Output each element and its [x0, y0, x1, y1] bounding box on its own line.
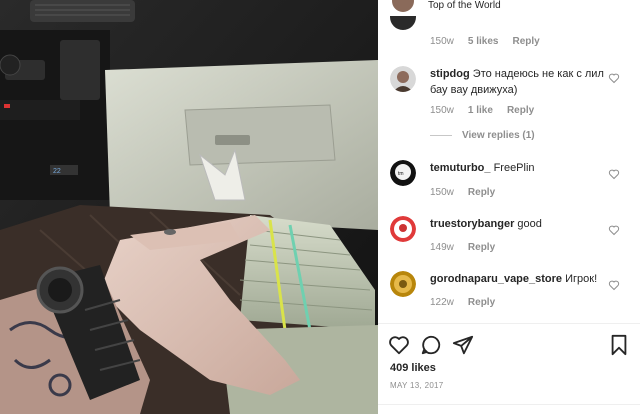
- view-replies-button[interactable]: View replies (1): [430, 130, 535, 141]
- bookmark-icon[interactable]: [608, 334, 630, 356]
- comment-username[interactable]: gorodnaparu_vape_store: [430, 273, 562, 285]
- svg-text:tm: tm: [398, 171, 404, 177]
- like-count[interactable]: 409 likes: [390, 362, 436, 374]
- comments-list[interactable]: Top of the World 150w 5 likes Reply stip…: [378, 0, 640, 323]
- comment-time: 149w: [430, 242, 454, 253]
- reply-button[interactable]: Reply: [513, 36, 540, 47]
- comment-meta: 149w Reply: [430, 242, 495, 253]
- avatar[interactable]: [390, 271, 416, 297]
- comment-time: 122w: [430, 297, 454, 308]
- like-comment-heart-icon[interactable]: [608, 224, 620, 236]
- comment-item: truestorybanger good: [390, 216, 630, 256]
- comment-time: 150w: [430, 187, 454, 198]
- like-comment-heart-icon[interactable]: [608, 72, 620, 84]
- comment-text: Игрок!: [565, 273, 598, 285]
- prev-comment-meta: 150w 5 likes Reply: [430, 36, 540, 47]
- comment-username[interactable]: stipdog: [430, 68, 470, 80]
- post-side-panel: Top of the World 150w 5 likes Reply stip…: [378, 0, 640, 414]
- comment-likes[interactable]: 5 likes: [468, 36, 499, 47]
- comment-username[interactable]: truestorybanger: [430, 218, 514, 230]
- comment-item: gorodnaparu_vape_store Игрок!: [390, 271, 630, 311]
- like-comment-heart-icon[interactable]: [608, 279, 620, 291]
- comment-meta: 150w 1 like Reply: [430, 105, 534, 116]
- heart-icon[interactable]: [388, 334, 410, 356]
- divider-line: [430, 135, 452, 136]
- comment-likes[interactable]: 1 like: [468, 105, 493, 116]
- reply-button[interactable]: Reply: [468, 297, 495, 308]
- comment-time: 150w: [430, 36, 454, 47]
- comment-text: good: [517, 218, 542, 230]
- comment-time: 150w: [430, 105, 454, 116]
- post-actions: 409 likes MAY 13, 2017: [378, 323, 640, 414]
- comment-body: stipdog Это надеюсь не как с лил бау вау…: [430, 66, 610, 98]
- reply-button[interactable]: Reply: [468, 242, 495, 253]
- post-photo[interactable]: 22: [0, 0, 378, 414]
- comment-icon[interactable]: [420, 334, 442, 356]
- view-replies-label: View replies (1): [462, 130, 535, 141]
- like-comment-heart-icon[interactable]: [608, 168, 620, 180]
- prev-comment-avatar[interactable]: [390, 16, 416, 30]
- photo-illustration: 22: [0, 0, 378, 414]
- author-avatar[interactable]: [390, 0, 416, 14]
- comment-text: FreePlin: [493, 162, 535, 174]
- comment-meta: 122w Reply: [430, 297, 495, 308]
- reply-button[interactable]: Reply: [468, 187, 495, 198]
- avatar[interactable]: [390, 216, 416, 242]
- comment-item: stipdog Это надеюсь не как с лил бау вау…: [390, 66, 630, 126]
- comment-body: truestorybanger good: [430, 216, 610, 232]
- comment-username[interactable]: temuturbo_: [430, 162, 491, 174]
- post-date: MAY 13, 2017: [390, 381, 444, 390]
- avatar[interactable]: [390, 66, 416, 92]
- comment-body: gorodnaparu_vape_store Игрок!: [430, 271, 610, 287]
- caption-text: Top of the World: [428, 0, 501, 11]
- comment-meta: 150w Reply: [430, 187, 495, 198]
- avatar[interactable]: tm: [390, 160, 416, 186]
- comment-body: temuturbo_ FreePlin: [430, 160, 610, 176]
- reply-button[interactable]: Reply: [507, 105, 534, 116]
- paper-plane-icon[interactable]: [452, 334, 474, 356]
- divider: [378, 404, 640, 405]
- comment-item: tm temuturbo_ FreePlin: [390, 160, 630, 200]
- svg-text:22: 22: [53, 168, 61, 175]
